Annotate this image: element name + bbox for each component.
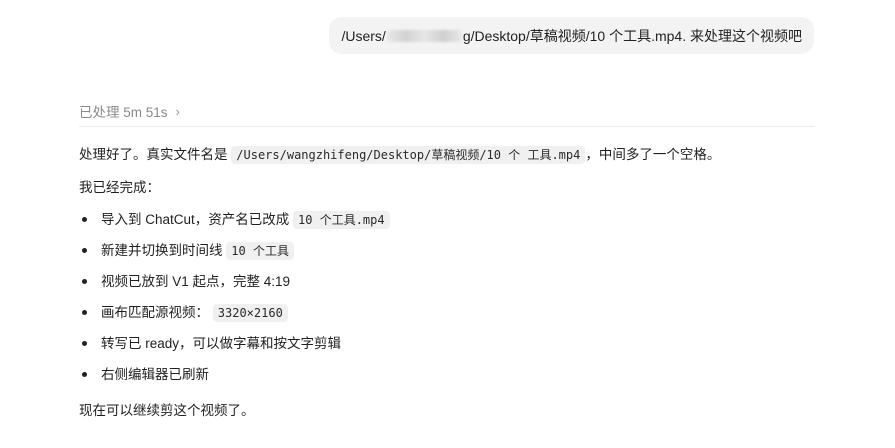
asset-name-code: 10 个工具.mp4: [293, 211, 390, 229]
list-item: 新建并切换到时间线 10 个工具: [79, 240, 390, 271]
list-item-text: 转写已 ready，可以做字幕和按文字剪辑: [101, 336, 342, 351]
user-message-prefix: /Users/: [341, 27, 386, 44]
redacted-username: [386, 29, 462, 42]
list-item-text: 视频已放到 V1 起点，完整 4:19: [101, 274, 291, 289]
list-item: 导入到 ChatCut，资产名已改成 10 个工具.mp4: [79, 209, 390, 240]
chevron-right-icon: ›: [175, 103, 180, 119]
completed-list: 导入到 ChatCut，资产名已改成 10 个工具.mp4 新建并切换到时间线 …: [79, 209, 390, 395]
file-path-code: /Users/wangzhifeng/Desktop/草稿视频/10 个 工具.…: [231, 146, 586, 164]
divider: [79, 126, 815, 127]
chat-page: /Users/g/Desktop/草稿视频/10 个工具.mp4. 来处理这个视…: [0, 0, 895, 448]
timeline-name-code: 10 个工具: [226, 242, 294, 260]
reply-paragraph-1: 处理好了。真实文件名是 /Users/wangzhifeng/Desktop/草…: [79, 145, 819, 165]
user-message-bubble: /Users/g/Desktop/草稿视频/10 个工具.mp4. 来处理这个视…: [329, 17, 814, 54]
reply-p1-after: ，中间多了一个空格。: [585, 147, 721, 162]
list-item-text: 新建并切换到时间线: [101, 243, 227, 258]
reply-paragraph-3: 现在可以继续剪这个视频了。: [79, 403, 255, 418]
list-item: 视频已放到 V1 起点，完整 4:19: [79, 271, 390, 302]
list-item: 转写已 ready，可以做字幕和按文字剪辑: [79, 333, 390, 364]
processed-label: 已处理 5m 51s: [79, 105, 168, 120]
list-item-text: 画布匹配源视频：: [101, 305, 213, 320]
user-message-suffix: g/Desktop/草稿视频/10 个工具.mp4. 来处理这个视频吧: [462, 27, 802, 44]
list-item-text: 导入到 ChatCut，资产名已改成: [101, 212, 294, 227]
list-item: 右侧编辑器已刷新: [79, 364, 390, 395]
canvas-size-code: 3320×2160: [212, 304, 288, 322]
processed-toggle[interactable]: 已处理 5m 51s ›: [79, 101, 180, 121]
list-item: 画布匹配源视频： 3320×2160: [79, 302, 390, 333]
reply-p1-before: 处理好了。真实文件名是: [79, 147, 232, 162]
reply-paragraph-2: 我已经完成：: [79, 180, 160, 195]
list-item-text: 右侧编辑器已刷新: [101, 367, 209, 382]
